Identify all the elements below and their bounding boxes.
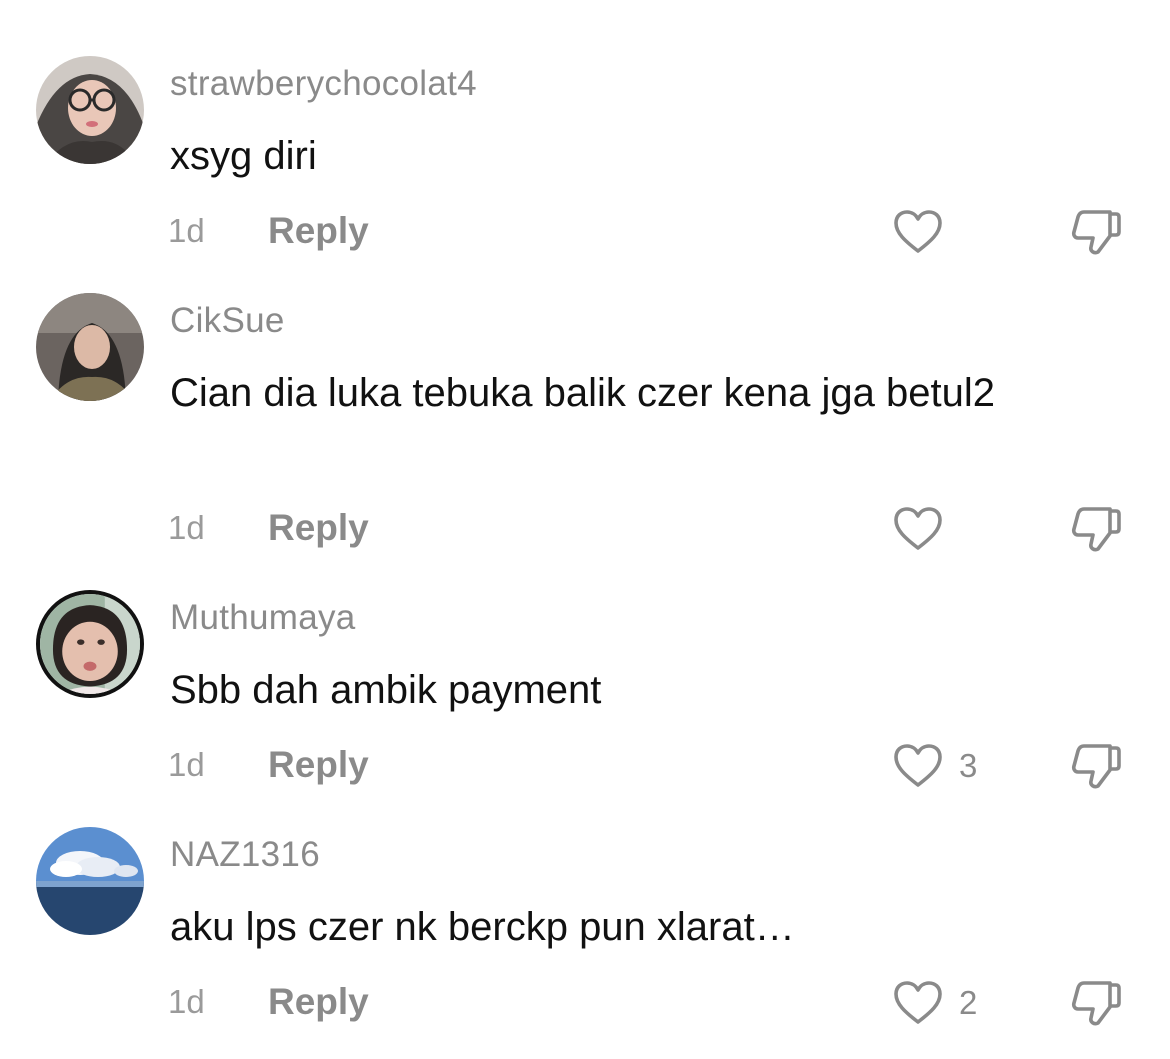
comment-username[interactable]: strawberychocolat4 (170, 64, 477, 104)
avatar[interactable] (36, 590, 144, 698)
dislike-button[interactable] (1070, 505, 1122, 553)
like-button[interactable] (893, 208, 959, 256)
avatar[interactable] (36, 827, 144, 935)
dislike-button[interactable] (1070, 208, 1122, 256)
avatar-image (36, 827, 144, 935)
reply-button[interactable]: Reply (268, 210, 369, 252)
thumbs-down-icon (1071, 210, 1121, 255)
comment-timestamp: 1d (168, 509, 205, 546)
dislike-button[interactable] (1070, 979, 1122, 1027)
comment-text: Cian dia luka tebuka balik czer kena jga… (170, 371, 995, 415)
thumbs-down-icon (1071, 744, 1121, 789)
comment-actions: 1d Reply (0, 208, 1170, 258)
thumbs-down-icon (1071, 507, 1121, 552)
comment-text: aku lps czer nk berckp pun xlarat… (170, 905, 795, 949)
reply-button[interactable]: Reply (268, 507, 369, 549)
reply-button[interactable]: Reply (268, 981, 369, 1023)
heart-outline-icon (894, 210, 942, 253)
comment-actions: 1d Reply (0, 505, 1170, 555)
reply-button[interactable]: Reply (268, 744, 369, 786)
avatar-image (36, 56, 144, 164)
comment-actions: 1d Reply 3 (0, 742, 1170, 792)
avatar-image (40, 594, 140, 694)
comment-username[interactable]: Muthumaya (170, 598, 356, 638)
heart-outline-icon (894, 981, 942, 1024)
heart-outline-icon (894, 744, 942, 787)
dislike-button[interactable] (1070, 742, 1122, 790)
comment-text: Sbb dah ambik payment (170, 668, 602, 712)
heart-outline-icon (894, 507, 942, 550)
like-button[interactable]: 2 (893, 979, 977, 1027)
avatar-image (36, 293, 144, 401)
thumbs-down-icon (1071, 981, 1121, 1026)
like-count: 3 (959, 747, 978, 784)
like-count: 2 (959, 984, 978, 1021)
comment-actions: 1d Reply 2 (0, 979, 1170, 1029)
comment-timestamp: 1d (168, 983, 205, 1020)
avatar[interactable] (36, 56, 144, 164)
comment-text: xsyg diri (170, 134, 317, 178)
like-button[interactable]: 3 (893, 742, 977, 790)
comment-username[interactable]: NAZ1316 (170, 835, 320, 875)
comment-timestamp: 1d (168, 746, 205, 783)
comment-timestamp: 1d (168, 212, 205, 249)
avatar[interactable] (36, 293, 144, 401)
like-button[interactable] (893, 505, 959, 553)
comment-username[interactable]: CikSue (170, 301, 285, 341)
